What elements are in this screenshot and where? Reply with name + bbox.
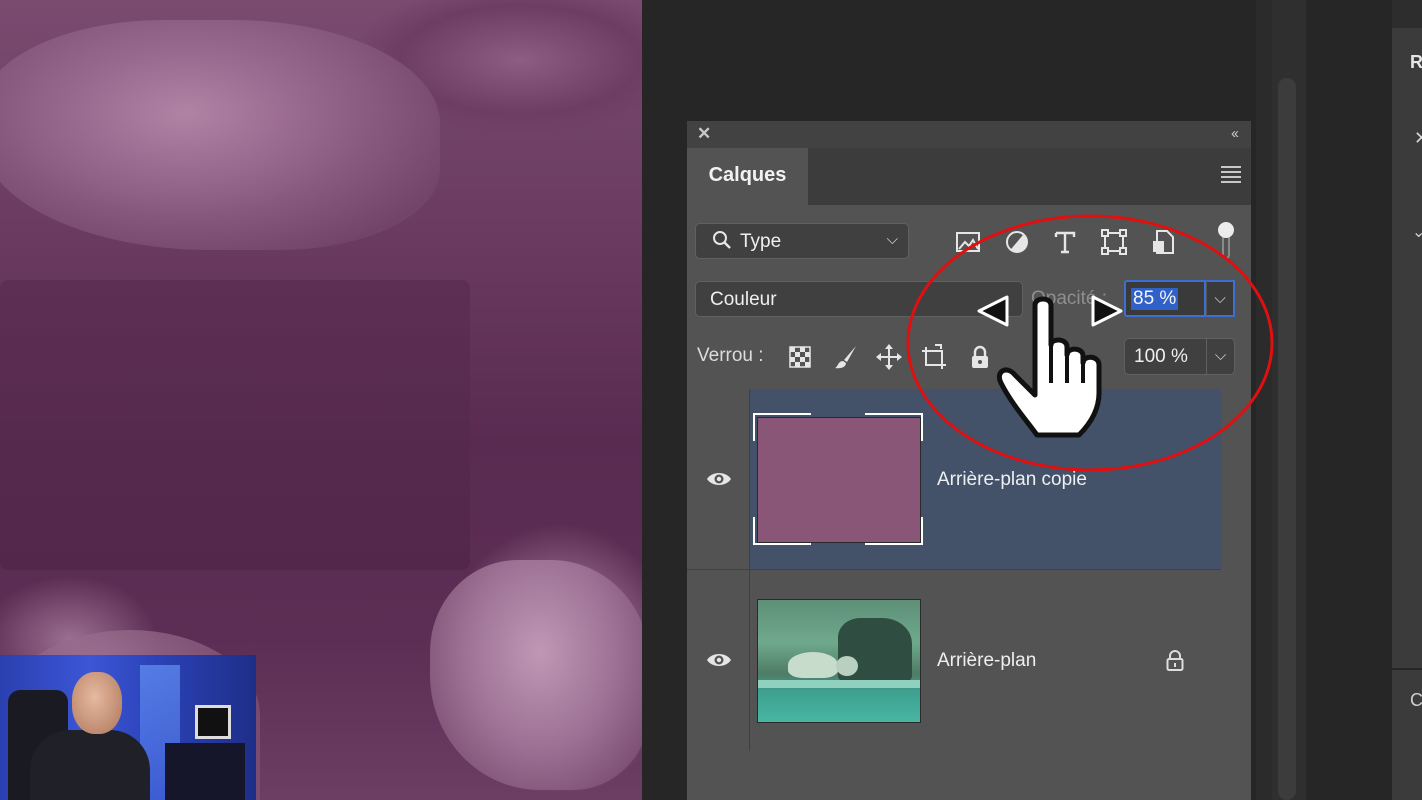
opacity-dropdown-button[interactable]: ⌵ xyxy=(1206,280,1235,317)
thumbnail-ledge xyxy=(758,680,920,688)
layer-name[interactable]: Arrière-plan copie xyxy=(937,469,1087,491)
right-dock-tab-label[interactable]: R xyxy=(1410,52,1422,73)
thumbnail-polar-bear-head xyxy=(836,656,858,676)
filter-shape-layers-icon[interactable] xyxy=(1100,228,1128,256)
webcam-presenter-body xyxy=(30,730,150,800)
lock-position-icon[interactable] xyxy=(875,343,903,371)
right-dock-panel xyxy=(1392,0,1422,800)
panel-collapse-icon[interactable]: ‹‹ xyxy=(1231,124,1239,144)
filter-smart-objects-icon[interactable] xyxy=(1149,228,1177,256)
webcam-picture-frame xyxy=(195,705,231,739)
filter-adjustment-layers-icon[interactable] xyxy=(1003,228,1031,256)
layer-lock-icon[interactable] xyxy=(1165,650,1185,672)
fill-value: 100 % xyxy=(1134,346,1188,367)
layers-panel: ✕ ‹‹ Calques Type ⌵ Couleur Opacité : 85… xyxy=(687,121,1251,800)
scrollbar[interactable] xyxy=(1272,0,1306,800)
selected-thumbnail-frame xyxy=(753,413,923,545)
panel-gutter xyxy=(1256,0,1272,800)
fill-dropdown-button[interactable]: ⌵ xyxy=(1206,338,1235,375)
panel-menu-icon[interactable] xyxy=(1221,166,1241,186)
right-dock-divider xyxy=(1392,668,1422,670)
scrollbar-thumb[interactable] xyxy=(1278,78,1296,800)
blend-mode-select[interactable]: Couleur xyxy=(695,281,1023,317)
right-dock-chevron-icon[interactable]: ⌄ xyxy=(1412,222,1422,242)
chevron-down-icon: ⌵ xyxy=(886,231,898,248)
thumbnail-polar-bear xyxy=(788,652,838,678)
layers-list: Arrière-plan copie Arrière-plan xyxy=(687,389,1221,751)
right-dock-bottom-tab-label[interactable]: C xyxy=(1410,690,1422,711)
scrubby-slider-cursor-icon xyxy=(977,295,1123,438)
right-dock-header xyxy=(1392,0,1422,28)
opacity-input[interactable]: 85 % xyxy=(1124,280,1206,317)
layer-row-background[interactable]: Arrière-plan xyxy=(687,570,1221,751)
webcam-presenter-head xyxy=(72,672,122,734)
lock-image-pixels-icon[interactable] xyxy=(832,343,860,371)
blend-mode-value: Couleur xyxy=(710,289,777,310)
panel-close-icon[interactable]: ✕ xyxy=(697,124,711,144)
canvas-rock-top xyxy=(0,20,440,250)
panel-tab-row: Calques xyxy=(687,148,1251,205)
filter-type-layers-icon[interactable] xyxy=(1051,228,1079,256)
webcam-overlay xyxy=(0,655,256,800)
lock-label: Verrou : xyxy=(697,345,764,366)
fill-input[interactable]: 100 % xyxy=(1124,338,1206,375)
panel-title-bar[interactable]: ✕ ‹‹ xyxy=(687,121,1251,148)
filter-pixel-layers-icon[interactable] xyxy=(954,228,982,256)
eye-icon[interactable] xyxy=(705,469,733,489)
eye-icon[interactable] xyxy=(705,650,733,670)
lock-artboard-icon[interactable] xyxy=(920,343,948,371)
canvas-rock-right xyxy=(430,560,642,790)
layer-filter-select[interactable]: Type ⌵ xyxy=(695,223,909,259)
lock-transparent-pixels-icon[interactable] xyxy=(786,343,814,371)
layer-thumbnail[interactable] xyxy=(757,599,921,723)
canvas-cave-shadow xyxy=(0,280,470,570)
webcam-shelf xyxy=(165,743,245,800)
layer-row-background-copy[interactable]: Arrière-plan copie xyxy=(687,389,1221,570)
layer-filter-value: Type xyxy=(740,231,782,252)
search-icon xyxy=(712,230,732,258)
filter-toggle-switch[interactable] xyxy=(1217,221,1235,261)
opacity-value: 85 % xyxy=(1131,288,1179,310)
tab-layers[interactable]: Calques xyxy=(687,148,808,205)
right-dock-close-icon[interactable]: ✕ xyxy=(1414,128,1422,149)
layer-name[interactable]: Arrière-plan xyxy=(937,650,1036,672)
toggle-knob xyxy=(1218,222,1234,238)
visibility-column xyxy=(687,570,750,751)
visibility-column xyxy=(687,389,750,570)
